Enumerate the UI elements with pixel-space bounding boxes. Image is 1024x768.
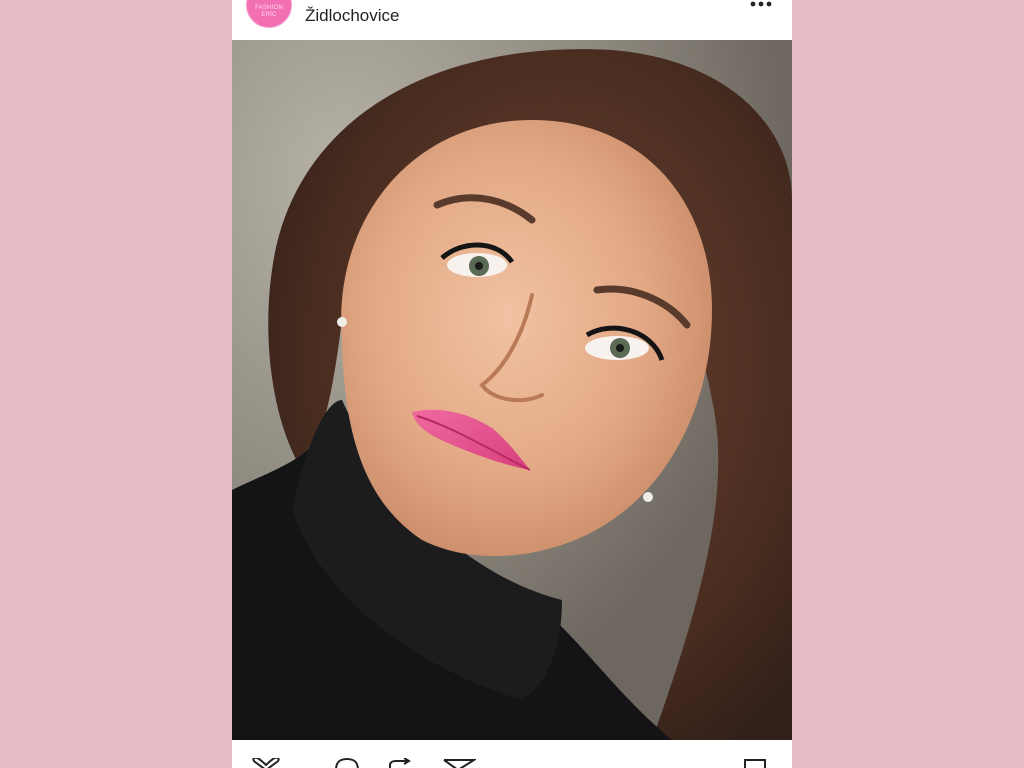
post-header: FASHION ERIC Židlochovice [232, 0, 792, 40]
heart-icon[interactable] [250, 758, 282, 768]
profile-avatar[interactable]: FASHION ERIC [246, 0, 292, 28]
portrait-image [232, 40, 792, 740]
post-action-bar [232, 740, 792, 768]
repost-icon[interactable] [384, 758, 414, 768]
avatar-logo-text: FASHION ERIC [255, 5, 283, 18]
post-location[interactable]: Židlochovice [305, 6, 400, 26]
post-photo[interactable] [232, 40, 792, 740]
bookmark-icon[interactable] [742, 758, 768, 768]
comment-icon[interactable] [332, 758, 362, 768]
instagram-post: FASHION ERIC Židlochovice [232, 0, 792, 768]
more-options-icon[interactable] [748, 0, 774, 10]
send-icon[interactable] [442, 758, 476, 768]
